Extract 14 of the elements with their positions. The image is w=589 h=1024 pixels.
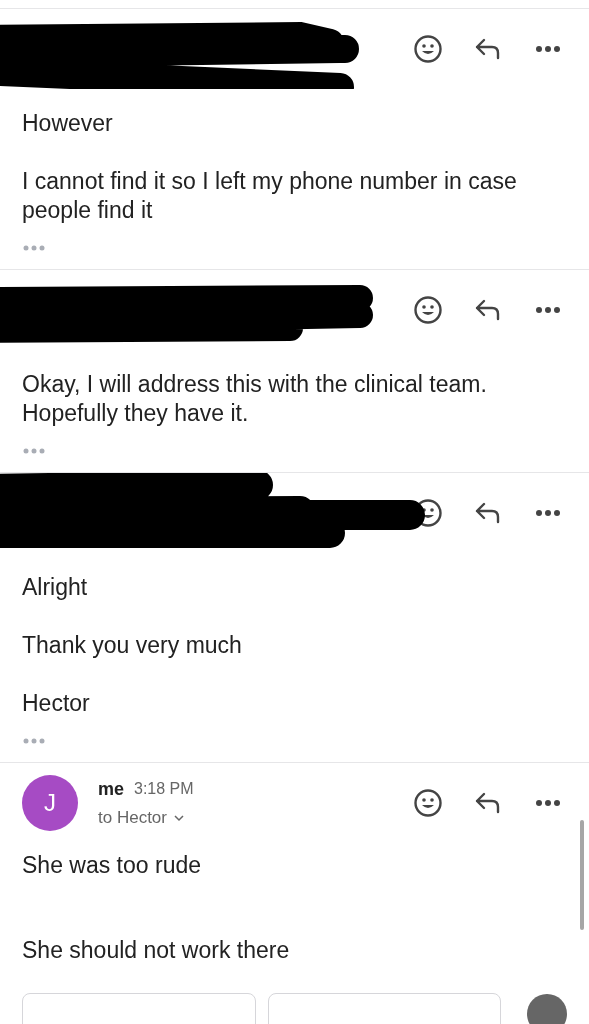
message-text: Alright — [22, 573, 89, 602]
message-text: However — [22, 109, 114, 138]
message-text: She was too rude — [22, 851, 202, 880]
recipient-label[interactable]: to Hector — [98, 807, 167, 828]
avatar[interactable]: J — [22, 775, 78, 831]
message-text: I cannot find it so I left my phone number in case people find it — [22, 167, 518, 225]
chevron-icon[interactable] — [173, 813, 185, 822]
message-text: Thank you very much — [22, 631, 243, 660]
message-text: Okay, I will address this with the clinical team. Hopefully they have it. — [22, 370, 488, 428]
sender-name: me — [98, 778, 124, 800]
message-text: Hector — [22, 689, 91, 718]
scrollbar[interactable] — [580, 820, 584, 930]
message-time: 3:18 PM — [134, 780, 194, 798]
message-text: She should not work there — [22, 936, 291, 965]
